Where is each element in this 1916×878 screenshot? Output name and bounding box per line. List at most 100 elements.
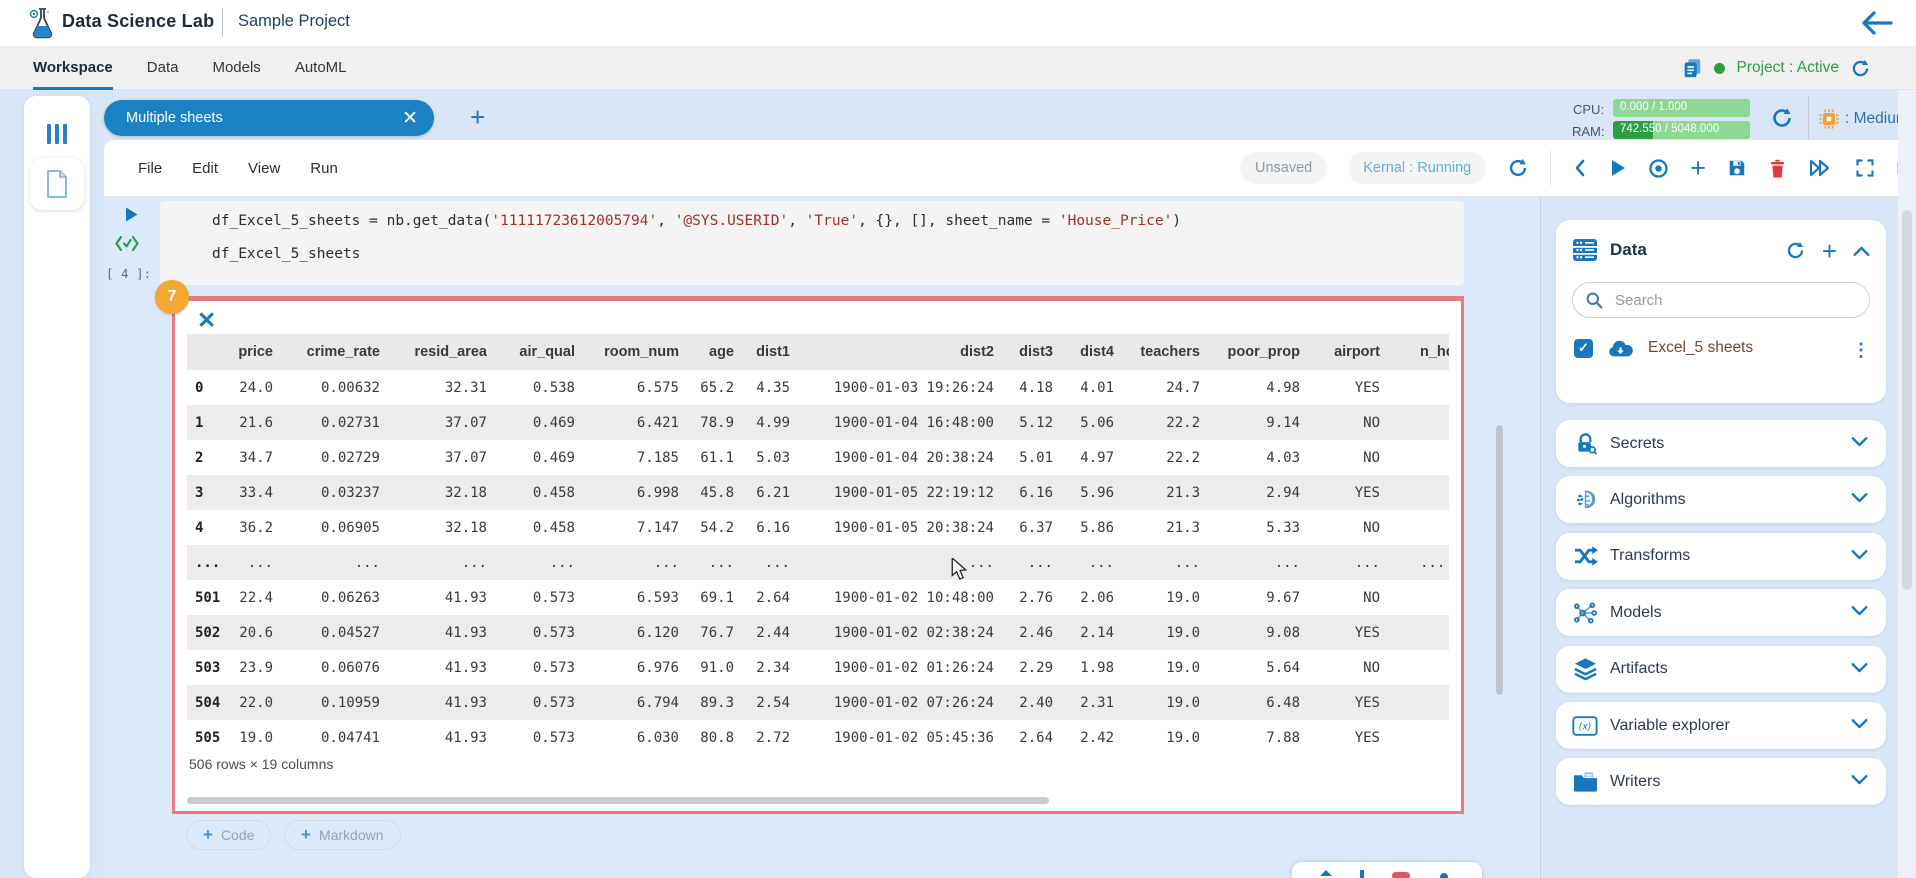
save-notebook-icon[interactable] bbox=[1727, 158, 1747, 178]
table-hscrollbar[interactable] bbox=[187, 797, 1049, 804]
add-code-button[interactable]: + Code bbox=[186, 820, 271, 850]
dataset-checkbox[interactable]: ✓ bbox=[1574, 339, 1593, 358]
table-cell: NO bbox=[1310, 660, 1390, 676]
table-cell: 4.03 bbox=[1210, 450, 1310, 466]
table-cell: YES bbox=[1310, 730, 1390, 746]
table-cell: 2.64 bbox=[744, 590, 800, 606]
section-label: Transforms bbox=[1610, 547, 1690, 565]
table-cell: 19.0 bbox=[1124, 695, 1210, 711]
table-cell: 7.185 bbox=[585, 450, 689, 466]
sidebar-section-artifacts[interactable]: Artifacts bbox=[1556, 646, 1886, 693]
table-cell: 1900-01-04 16:48:00 bbox=[800, 415, 1004, 431]
project-refresh-icon[interactable] bbox=[1850, 58, 1871, 79]
sidebar-section-variable-explorer[interactable]: (x)Variable explorer bbox=[1556, 702, 1886, 749]
table-cell: 80.8 bbox=[689, 730, 744, 746]
table-cell: 21.3 bbox=[1124, 520, 1210, 536]
table-row: 50422.00.1095941.930.5736.79489.32.54190… bbox=[187, 685, 1449, 720]
table-cell: ... bbox=[187, 555, 229, 571]
run-this-cell-icon[interactable] bbox=[124, 206, 139, 223]
interrupt-kernel-icon[interactable] bbox=[1648, 158, 1669, 179]
table-cell: 4.01 bbox=[1063, 380, 1124, 396]
step-badge: 7 bbox=[155, 280, 189, 314]
table-header-row: pricecrime_rateresid_areaair_qualroom_nu… bbox=[187, 334, 1449, 370]
resources-refresh-icon[interactable] bbox=[1770, 106, 1794, 130]
table-cell: 4 bbox=[187, 520, 229, 536]
add-cell-icon[interactable]: + bbox=[1690, 153, 1706, 184]
logs-icon[interactable] bbox=[1681, 57, 1703, 79]
chevron-down-icon[interactable] bbox=[1851, 661, 1868, 679]
chevron-down-icon[interactable] bbox=[1851, 435, 1868, 453]
fullscreen-icon[interactable] bbox=[1855, 158, 1875, 178]
nav-item-workspace[interactable]: Workspace bbox=[33, 46, 113, 90]
variable-icon: (x) bbox=[1572, 715, 1598, 737]
add-code-label: Code bbox=[221, 827, 254, 843]
table-cell: 1900-01-02 07:26:24 bbox=[800, 695, 1004, 711]
table-cell: NO bbox=[1310, 450, 1390, 466]
chevron-down-icon[interactable] bbox=[1851, 548, 1868, 566]
kernel-refresh-icon[interactable] bbox=[1507, 157, 1529, 179]
table-cell: 22.0 bbox=[229, 695, 283, 711]
table-cell: 0.469 bbox=[497, 415, 585, 431]
menu-edit[interactable]: Edit bbox=[192, 140, 218, 196]
table-cell: 36.2 bbox=[229, 520, 283, 536]
tab-multiple-sheets[interactable]: Multiple sheets ✕ bbox=[104, 100, 434, 136]
notebook-scrollbar[interactable] bbox=[1496, 425, 1503, 695]
data-collapse-icon[interactable] bbox=[1853, 245, 1870, 257]
dataset-menu-icon[interactable]: ⋮ bbox=[1852, 340, 1870, 361]
toolbar-right: Unsaved Kernal : Running + bbox=[1240, 140, 1916, 196]
table-cell: 32.31 bbox=[390, 380, 497, 396]
chevron-down-icon[interactable] bbox=[1851, 773, 1868, 791]
data-search[interactable] bbox=[1572, 282, 1870, 318]
ram-meter: 742.550 / 5048.000 bbox=[1613, 121, 1750, 139]
chevron-down-icon[interactable] bbox=[1851, 604, 1868, 622]
menu-run[interactable]: Run bbox=[310, 140, 338, 196]
kernel-status-badge: Kernal : Running bbox=[1348, 152, 1486, 184]
tab-close-icon[interactable]: ✕ bbox=[402, 109, 418, 128]
run-cell-icon[interactable] bbox=[1609, 158, 1627, 178]
shuffle-icon bbox=[1572, 545, 1598, 567]
nav-item-data[interactable]: Data bbox=[147, 46, 179, 90]
data-add-icon[interactable]: + bbox=[1822, 241, 1837, 261]
sidebar-section-models[interactable]: Models bbox=[1556, 589, 1886, 636]
table-shape-caption: 506 rows × 19 columns bbox=[189, 756, 333, 772]
nav-item-automl[interactable]: AutoML bbox=[295, 46, 347, 90]
notebook-file-item[interactable] bbox=[30, 158, 84, 210]
table-cell: 2.64 bbox=[1004, 730, 1063, 746]
dataset-row[interactable]: ✓ Excel_5 sheets bbox=[1574, 338, 1753, 358]
chevron-down-icon[interactable] bbox=[1851, 717, 1868, 735]
table-cell: 6.16 bbox=[744, 520, 800, 536]
table-cell: 24.0 bbox=[229, 380, 283, 396]
prev-cell-icon[interactable] bbox=[1572, 158, 1588, 178]
sidebar-section-algorithms[interactable]: Algorithms bbox=[1556, 476, 1886, 523]
table-cell: YES bbox=[1310, 380, 1390, 396]
sidebar-section-secrets[interactable]: Secrets bbox=[1556, 420, 1886, 467]
delete-cell-icon[interactable] bbox=[1768, 158, 1787, 179]
page-scrollbar-thumb[interactable] bbox=[1902, 210, 1912, 590]
table-cell: 54.2 bbox=[689, 520, 744, 536]
table-cell: 22.2 bbox=[1124, 415, 1210, 431]
search-input[interactable] bbox=[1613, 291, 1837, 310]
table-cell: ... bbox=[390, 555, 497, 571]
run-all-icon[interactable] bbox=[1808, 158, 1834, 178]
table-cell: 65.2 bbox=[689, 380, 744, 396]
output-close-icon[interactable]: ✕ bbox=[197, 309, 216, 332]
sidebar-section-writers[interactable]: Writers bbox=[1556, 758, 1886, 805]
toolbar-divider bbox=[1550, 151, 1551, 185]
file-icon bbox=[44, 169, 70, 199]
lock-icon bbox=[1572, 432, 1598, 456]
table-cell: 0.469 bbox=[497, 450, 585, 466]
add-markdown-button[interactable]: + Markdown bbox=[284, 820, 401, 850]
menu-view[interactable]: View bbox=[248, 140, 280, 196]
new-tab-button[interactable]: + bbox=[470, 102, 485, 133]
table-cell: 23.9 bbox=[229, 660, 283, 676]
chevron-down-icon[interactable] bbox=[1851, 491, 1868, 509]
nav-item-models[interactable]: Models bbox=[212, 46, 260, 90]
table-cell: 6.575 bbox=[585, 380, 689, 396]
data-refresh-icon[interactable] bbox=[1785, 240, 1806, 261]
back-arrow-icon[interactable] bbox=[1860, 10, 1894, 36]
cell-actions-popup[interactable] bbox=[1292, 862, 1482, 878]
code-line-2: df_Excel_5_sheets bbox=[212, 246, 360, 262]
sidebar-section-transforms[interactable]: Transforms bbox=[1556, 533, 1886, 580]
menu-file[interactable]: File bbox=[138, 140, 162, 196]
columns-icon[interactable] bbox=[47, 124, 67, 144]
